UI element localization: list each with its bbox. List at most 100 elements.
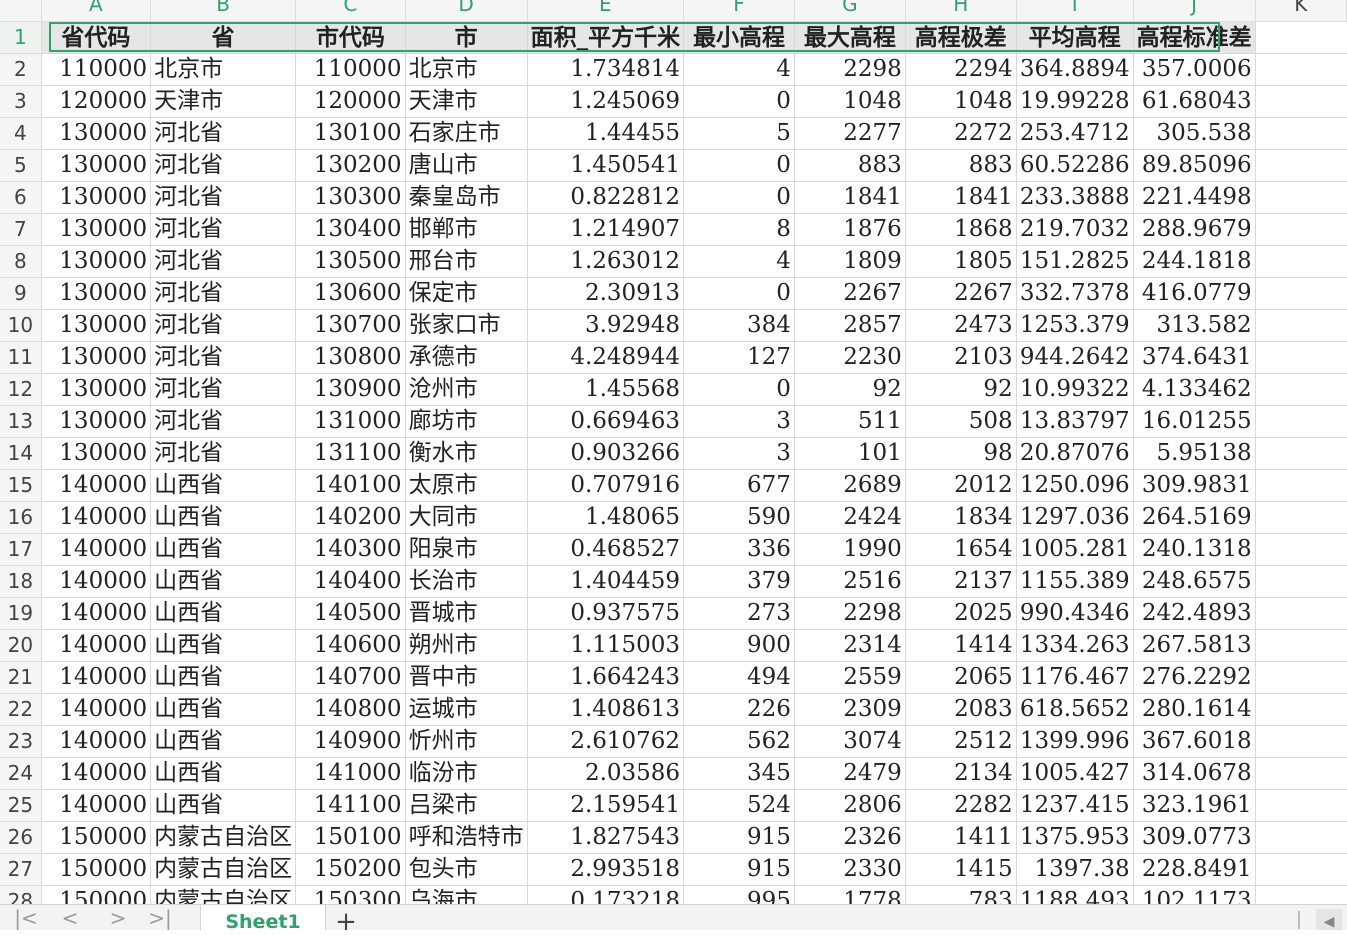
empty-cell[interactable] [1255,565,1347,598]
cell[interactable]: 130000 [41,437,152,470]
cell[interactable]: 140500 [295,597,406,630]
cell[interactable]: 河北省 [150,149,297,182]
row-header[interactable]: 13 [0,405,42,438]
empty-cell[interactable] [1255,149,1347,182]
cell[interactable]: 253.4712 [1016,117,1134,150]
cell[interactable]: 264.5169 [1133,501,1256,534]
cell[interactable]: 4 [683,245,795,278]
cell[interactable]: 2516 [794,565,906,598]
cell[interactable]: 1253.379 [1016,309,1134,342]
cell[interactable]: 1.263012 [527,245,685,278]
cell[interactable]: 130000 [41,405,152,438]
cell[interactable]: 2025 [905,597,1017,630]
cell[interactable]: 130500 [295,245,406,278]
row-header[interactable]: 20 [0,629,42,662]
cell[interactable]: 130000 [41,149,152,182]
header-cell[interactable]: 省 [150,21,297,54]
cell[interactable]: 1.404459 [527,565,685,598]
cell[interactable]: 山西省 [150,789,297,822]
cell[interactable]: 天津市 [405,85,528,118]
select-all-corner[interactable] [0,0,42,22]
cell[interactable]: 2.610762 [527,725,685,758]
empty-cell[interactable] [1255,469,1347,502]
cell[interactable]: 河北省 [150,309,297,342]
cell[interactable]: 357.0006 [1133,53,1256,86]
cell[interactable]: 309.9831 [1133,469,1256,502]
cell[interactable]: 河北省 [150,213,297,246]
empty-cell[interactable] [1255,21,1347,54]
cell[interactable]: 140000 [41,501,152,534]
cell[interactable]: 140400 [295,565,406,598]
cell[interactable]: 2282 [905,789,1017,822]
cell[interactable]: 219.7032 [1016,213,1134,246]
cell[interactable]: 150000 [41,821,152,854]
cell[interactable]: 228.8491 [1133,853,1256,886]
empty-cell[interactable] [1255,533,1347,566]
header-cell[interactable]: 高程极差 [905,21,1017,54]
row-header[interactable]: 3 [0,85,42,118]
header-cell[interactable]: 市 [405,21,528,54]
cell[interactable]: 1841 [905,181,1017,214]
row-header[interactable]: 17 [0,533,42,566]
cell[interactable]: 5 [683,117,795,150]
cell[interactable]: 130000 [41,117,152,150]
cell[interactable]: 2267 [905,277,1017,310]
cell[interactable]: 98 [905,437,1017,470]
column-header-j[interactable]: J [1133,0,1256,22]
cell[interactable]: 336 [683,533,795,566]
cell[interactable]: 忻州市 [405,725,528,758]
cell[interactable]: 河北省 [150,373,297,406]
row-header[interactable]: 25 [0,789,42,822]
cell[interactable]: 1415 [905,853,1017,886]
cell[interactable]: 石家庄市 [405,117,528,150]
cell[interactable]: 1.734814 [527,53,685,86]
cell[interactable]: 140800 [295,693,406,726]
cell[interactable]: 151.2825 [1016,245,1134,278]
cell[interactable]: 1397.38 [1016,853,1134,886]
cell[interactable]: 1399.996 [1016,725,1134,758]
cell[interactable]: 130900 [295,373,406,406]
header-cell[interactable]: 最大高程 [794,21,906,54]
cell[interactable]: 1414 [905,629,1017,662]
row-header[interactable]: 11 [0,341,42,374]
cell[interactable]: 山西省 [150,501,297,534]
cell[interactable]: 1.408613 [527,693,685,726]
cell[interactable]: 1.44455 [527,117,685,150]
empty-cell[interactable] [1255,725,1347,758]
cell[interactable]: 130400 [295,213,406,246]
cell[interactable]: 1.48065 [527,501,685,534]
cell[interactable]: 120000 [295,85,406,118]
cell[interactable]: 河北省 [150,341,297,374]
cell[interactable]: 河北省 [150,437,297,470]
cell[interactable]: 309.0773 [1133,821,1256,854]
empty-cell[interactable] [1255,693,1347,726]
cell[interactable]: 河北省 [150,117,297,150]
cell[interactable]: 山西省 [150,725,297,758]
cell[interactable]: 1809 [794,245,906,278]
cell[interactable]: 130000 [41,245,152,278]
cell[interactable]: 1334.263 [1016,629,1134,662]
cell[interactable]: 10.99322 [1016,373,1134,406]
cell[interactable]: 140600 [295,629,406,662]
cell[interactable]: 915 [683,853,795,886]
cell[interactable]: 127 [683,341,795,374]
cell[interactable]: 2272 [905,117,1017,150]
cell[interactable]: 河北省 [150,181,297,214]
cell[interactable]: 305.538 [1133,117,1256,150]
empty-cell[interactable] [1255,757,1347,790]
cell[interactable]: 廊坊市 [405,405,528,438]
cell[interactable]: 3 [683,405,795,438]
column-header-b[interactable]: B [150,0,297,22]
cell[interactable]: 140000 [41,565,152,598]
cell[interactable]: 吕梁市 [405,789,528,822]
cell[interactable]: 山西省 [150,565,297,598]
last-sheet-button[interactable]: >| [146,907,174,929]
cell[interactable]: 0 [683,181,795,214]
row-header[interactable]: 1 [0,21,42,54]
cell[interactable]: 天津市 [150,85,297,118]
cell[interactable]: 511 [794,405,906,438]
cell[interactable]: 1237.415 [1016,789,1134,822]
row-header[interactable]: 7 [0,213,42,246]
empty-cell[interactable] [1255,181,1347,214]
cell[interactable]: 130100 [295,117,406,150]
